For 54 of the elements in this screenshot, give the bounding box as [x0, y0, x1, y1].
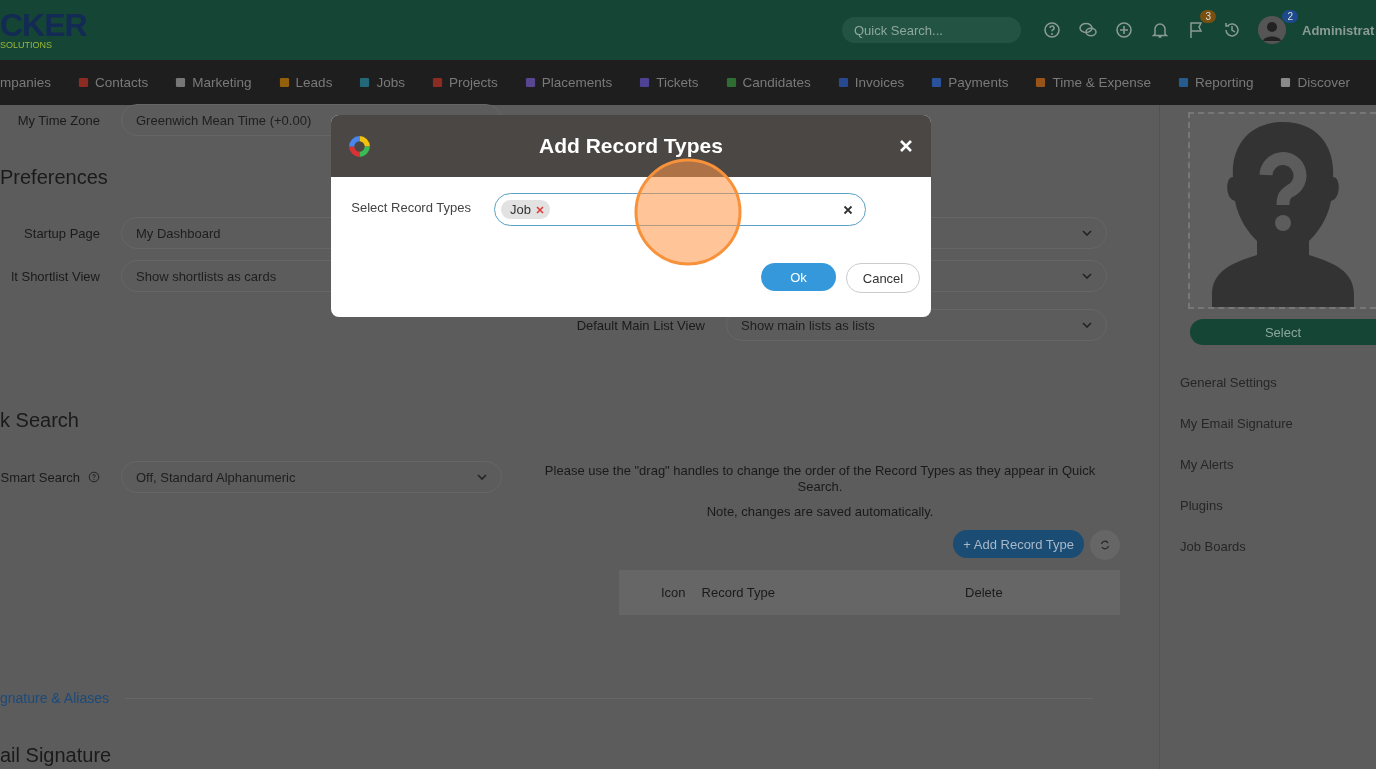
nav-item[interactable]: Reporting	[1177, 75, 1254, 90]
chevron-icon	[477, 474, 487, 480]
notification-badge: 3	[1200, 10, 1216, 23]
field-label: lt Shortlist View	[10, 268, 100, 284]
nav-item[interactable]: Placements	[524, 75, 613, 90]
clear-icon[interactable]	[843, 204, 853, 215]
tag-chip: Job	[501, 200, 550, 219]
nav-item[interactable]: Discover	[1280, 75, 1350, 90]
nav-item[interactable]: Tickets	[639, 75, 699, 90]
nav-item[interactable]: Invoices	[837, 75, 905, 90]
logo-tagline: SOLUTIONS	[0, 40, 52, 50]
add-icon[interactable]	[1114, 20, 1134, 40]
help-icon[interactable]	[1042, 20, 1062, 40]
nav-item[interactable]: Leads	[278, 75, 333, 90]
user-name[interactable]: Administrat	[1302, 22, 1375, 38]
add-record-type-button[interactable]: + Add Record Type	[953, 530, 1084, 558]
column-header: Icon	[661, 585, 686, 600]
chevron-icon	[1082, 322, 1092, 328]
cancel-button[interactable]: Cancel	[846, 263, 920, 293]
field-label: Smart Search	[0, 469, 80, 485]
nav-item[interactable]: Projects	[431, 75, 498, 90]
column-header: Delete	[965, 585, 1003, 600]
avatar-icon[interactable]	[1258, 16, 1286, 44]
quick-search-field[interactable]: Quick Search...	[842, 17, 1021, 43]
nav-item[interactable]: Jobs	[359, 75, 405, 90]
nav-item[interactable]: Payments	[931, 75, 1009, 90]
field-label: Default Main List View	[576, 317, 705, 333]
select-button[interactable]: Select	[1190, 319, 1376, 345]
field-label: Startup Page	[23, 225, 100, 241]
bell-icon[interactable]	[1150, 20, 1170, 40]
remove-icon[interactable]	[535, 205, 544, 214]
chevron-icon	[1082, 230, 1092, 236]
column-header: Record Type	[701, 585, 776, 600]
instruction-text: Please use the "drag" handles to change the order of the Record Types as they appear in Quick Search.	[543, 463, 1097, 495]
close-icon[interactable]	[899, 139, 913, 153]
section-heading: k Search	[0, 408, 80, 433]
nav-item[interactable]: mpanies	[0, 75, 52, 90]
refresh-icon	[1099, 539, 1111, 551]
nav-item[interactable]: Time & Expense	[1035, 75, 1151, 90]
notification-badge: 2	[1282, 10, 1298, 23]
history-icon[interactable]	[1222, 20, 1242, 40]
ok-button[interactable]: Ok	[761, 263, 836, 291]
note-text: Note, changes are saved automatically.	[705, 504, 935, 520]
nav-item[interactable]: Candidates	[725, 75, 811, 90]
nav-item[interactable]: Marketing	[175, 75, 252, 90]
field-label: My Time Zone	[16, 112, 100, 128]
field-label: Select Record Types	[350, 200, 471, 216]
chevron-icon	[1082, 273, 1092, 279]
section-heading: ail Signature	[0, 743, 113, 768]
dialog-title: Add Record Types	[539, 134, 723, 158]
app-logo-icon	[347, 133, 372, 159]
nav-item[interactable]: Contacts	[78, 75, 149, 90]
help-icon[interactable]	[88, 471, 100, 483]
section-heading: Preferences	[0, 165, 109, 190]
